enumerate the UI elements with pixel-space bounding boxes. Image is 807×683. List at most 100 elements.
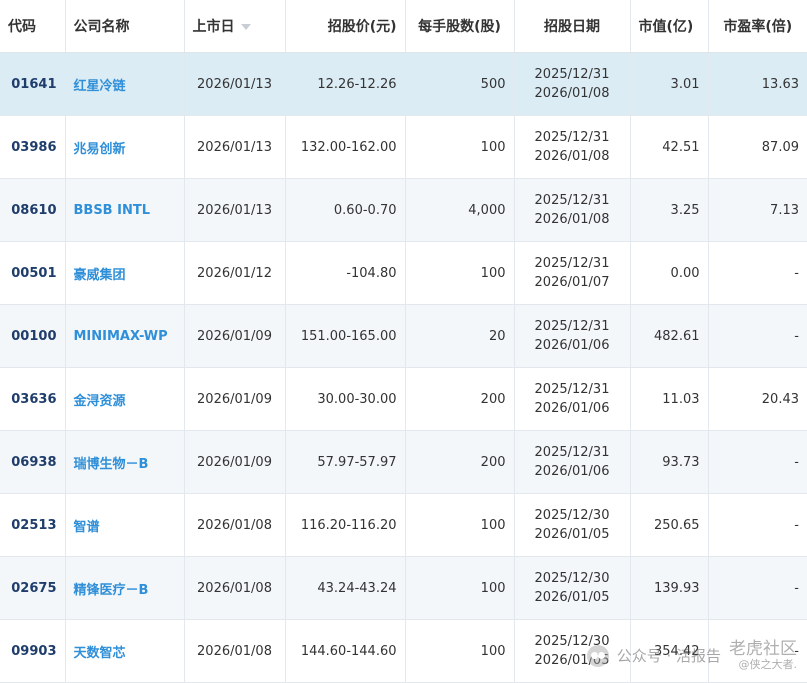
cell-subscription-period: 2025/12/31 2026/01/08 [514, 178, 631, 242]
subscription-start: 2025/12/30 [534, 508, 610, 523]
table-row[interactable]: 03986 兆易创新 2026/01/13 132.00-162.00 100 2025/… [0, 115, 807, 179]
sort-down-icon[interactable] [240, 24, 251, 30]
cell-pe-ratio: 87.09 [708, 115, 807, 179]
cell-subscription-period: 2025/12/30 2026/01/05 [514, 493, 631, 557]
company-name-link[interactable]: 精锋医疗－B [65, 556, 185, 620]
subscription-end: 2026/01/05 [534, 590, 610, 605]
cell-offer-price: 151.00-165.00 [285, 304, 406, 368]
cell-offer-price: 12.26-12.26 [285, 52, 406, 116]
header-subscription-period[interactable]: 招股日期 [514, 0, 631, 53]
company-name-link[interactable]: 红星冷链 [65, 52, 185, 116]
table-row[interactable]: 01641 红星冷链 2026/01/13 12.26-12.26 500 2025/12… [0, 52, 807, 116]
cell-lot-size: 4,000 [405, 178, 515, 242]
cell-code[interactable]: 03986 [0, 115, 66, 179]
cell-code[interactable]: 01641 [0, 52, 66, 116]
cell-lot-size: 100 [405, 619, 515, 683]
cell-code[interactable]: 08610 [0, 178, 66, 242]
table-row[interactable]: 03636 金浔资源 2026/01/09 30.00-30.00 200 2025/12… [0, 367, 807, 431]
header-offer-price[interactable]: 招股价(元) [285, 0, 406, 53]
header-lot-size[interactable]: 每手股数(股) [405, 0, 515, 53]
cell-code[interactable]: 00501 [0, 241, 66, 305]
subscription-start: 2025/12/30 [534, 571, 610, 586]
cell-offer-price: 30.00-30.00 [285, 367, 406, 431]
company-name-link[interactable]: BBSB INTL [65, 178, 185, 242]
header-row: 代码 公司名称 上市日 招股价(元) 每手股数(股) 招股日期 市值(亿) 市盈… [0, 0, 807, 53]
cell-listing-date: 2026/01/09 [184, 367, 286, 431]
subscription-start: 2025/12/31 [534, 193, 610, 208]
table-row[interactable]: 08610 BBSB INTL 2026/01/13 0.60-0.70 4,000 20… [0, 178, 807, 242]
table-row[interactable]: 06938 瑞博生物－B 2026/01/09 57.97-57.97 200 2025/… [0, 430, 807, 494]
table-row[interactable]: 02675 精锋医疗－B 2026/01/08 43.24-43.24 100 2025/… [0, 556, 807, 620]
subscription-start: 2025/12/31 [534, 256, 610, 271]
company-name-link[interactable]: 豪威集团 [65, 241, 185, 305]
company-name-link[interactable]: 瑞博生物－B [65, 430, 185, 494]
cell-pe-ratio: - [708, 304, 807, 368]
header-listing-date[interactable]: 上市日 [184, 0, 286, 53]
cell-market-cap: 11.03 [630, 367, 709, 431]
cell-subscription-period: 2025/12/31 2026/01/06 [514, 430, 631, 494]
table-row[interactable]: 00501 豪威集团 2026/01/12 -104.80 100 2025/12/31 2… [0, 241, 807, 305]
cell-listing-date: 2026/01/09 [184, 304, 286, 368]
subscription-end: 2026/01/05 [534, 527, 610, 542]
cell-listing-date: 2026/01/12 [184, 241, 286, 305]
subscription-end: 2026/01/06 [534, 338, 610, 353]
company-name-link[interactable]: 兆易创新 [65, 115, 185, 179]
cell-lot-size: 200 [405, 367, 515, 431]
cell-lot-size: 100 [405, 556, 515, 620]
subscription-end: 2026/01/08 [534, 212, 610, 227]
table-row[interactable]: 02513 智谱 2026/01/08 116.20-116.20 100 2025/12… [0, 493, 807, 557]
cell-listing-date: 2026/01/08 [184, 493, 286, 557]
cell-pe-ratio: - [708, 619, 807, 683]
cell-code[interactable]: 02513 [0, 493, 66, 557]
company-name-link[interactable]: MINIMAX-WP [65, 304, 185, 368]
cell-code[interactable]: 03636 [0, 367, 66, 431]
table-row[interactable]: 00100 MINIMAX-WP 2026/01/09 151.00-165.00 20… [0, 304, 807, 368]
company-name-link[interactable]: 金浔资源 [65, 367, 185, 431]
cell-listing-date: 2026/01/13 [184, 52, 286, 116]
cell-market-cap: 250.65 [630, 493, 709, 557]
table-header: 代码 公司名称 上市日 招股价(元) 每手股数(股) 招股日期 市值(亿) 市盈… [0, 0, 807, 53]
cell-listing-date: 2026/01/09 [184, 430, 286, 494]
cell-market-cap: 42.51 [630, 115, 709, 179]
header-company-name[interactable]: 公司名称 [65, 0, 185, 53]
cell-listing-date: 2026/01/13 [184, 178, 286, 242]
cell-pe-ratio: 7.13 [708, 178, 807, 242]
header-code[interactable]: 代码 [0, 0, 66, 53]
cell-market-cap: 0.00 [630, 241, 709, 305]
subscription-end: 2026/01/05 [534, 653, 610, 668]
cell-code[interactable]: 09903 [0, 619, 66, 683]
cell-lot-size: 500 [405, 52, 515, 116]
subscription-end: 2026/01/06 [534, 464, 610, 479]
cell-offer-price: -104.80 [285, 241, 406, 305]
subscription-end: 2026/01/06 [534, 401, 610, 416]
cell-code[interactable]: 00100 [0, 304, 66, 368]
subscription-start: 2025/12/30 [534, 634, 610, 649]
cell-offer-price: 57.97-57.97 [285, 430, 406, 494]
header-pe-ratio[interactable]: 市盈率(倍) [708, 0, 807, 53]
company-name-link[interactable]: 天数智芯 [65, 619, 185, 683]
cell-offer-price: 43.24-43.24 [285, 556, 406, 620]
cell-code[interactable]: 02675 [0, 556, 66, 620]
subscription-start: 2025/12/31 [534, 445, 610, 460]
subscription-start: 2025/12/31 [534, 67, 610, 82]
cell-pe-ratio: - [708, 556, 807, 620]
cell-listing-date: 2026/01/08 [184, 619, 286, 683]
ipo-table: 代码 公司名称 上市日 招股价(元) 每手股数(股) 招股日期 市值(亿) 市盈… [0, 0, 807, 683]
cell-pe-ratio: - [708, 493, 807, 557]
header-market-cap[interactable]: 市值(亿) [630, 0, 709, 53]
cell-lot-size: 20 [405, 304, 515, 368]
cell-subscription-period: 2025/12/30 2026/01/05 [514, 556, 631, 620]
table-row[interactable]: 09903 天数智芯 2026/01/08 144.60-144.60 100 2025/… [0, 619, 807, 683]
subscription-start: 2025/12/31 [534, 382, 610, 397]
subscription-end: 2026/01/08 [534, 86, 610, 101]
cell-subscription-period: 2025/12/31 2026/01/06 [514, 367, 631, 431]
company-name-link[interactable]: 智谱 [65, 493, 185, 557]
cell-listing-date: 2026/01/13 [184, 115, 286, 179]
cell-pe-ratio: 13.63 [708, 52, 807, 116]
cell-code[interactable]: 06938 [0, 430, 66, 494]
cell-offer-price: 132.00-162.00 [285, 115, 406, 179]
cell-lot-size: 100 [405, 493, 515, 557]
cell-subscription-period: 2025/12/31 2026/01/06 [514, 304, 631, 368]
cell-pe-ratio: - [708, 430, 807, 494]
cell-subscription-period: 2025/12/31 2026/01/07 [514, 241, 631, 305]
